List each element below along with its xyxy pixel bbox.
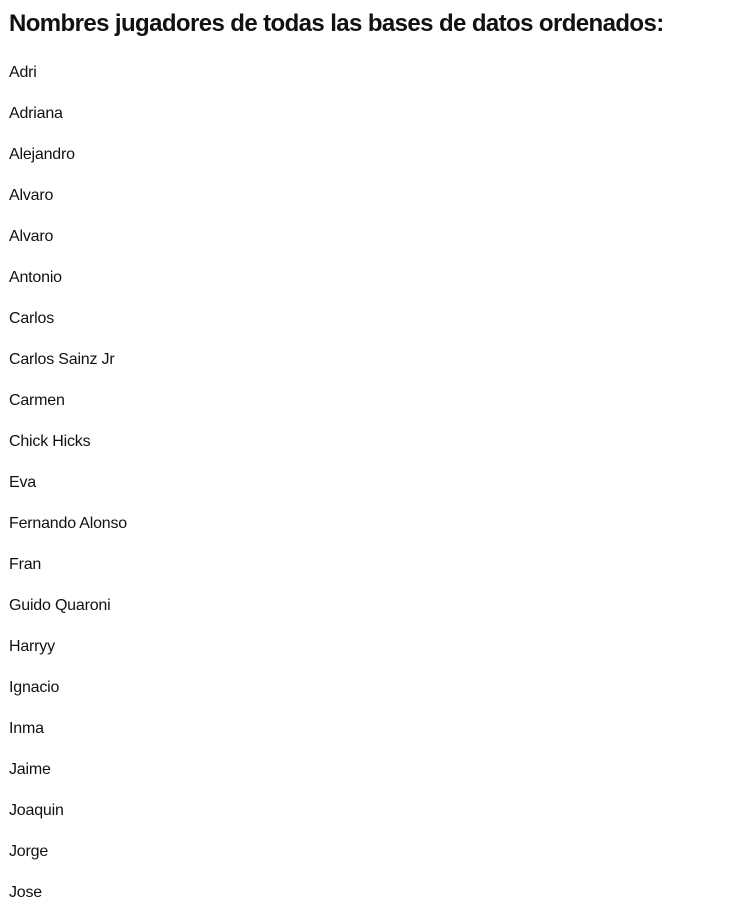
player-name: Chick Hicks [9, 433, 91, 450]
player-name: Carmen [9, 392, 65, 409]
player-list: Adri Adriana Alejandro Alvaro Alvaro Antonio C… [9, 53, 127, 914]
player-name: Jaime [9, 761, 51, 778]
player-name: Alejandro [9, 146, 75, 163]
player-name: Fernando Alonso [9, 515, 127, 532]
player-name: Alvaro [9, 228, 54, 245]
player-name: Guido Quaroni [9, 597, 111, 614]
player-name: Ignacio [9, 679, 60, 696]
player-name: Adri [9, 64, 37, 81]
page-title: Nombres jugadores de todas las bases de … [9, 10, 664, 37]
player-name: Jorge [9, 843, 49, 860]
player-name: Jose [9, 884, 42, 901]
player-name: Carlos Sainz Jr [9, 351, 115, 368]
player-name: Antonio [9, 269, 62, 286]
player-name: Carlos [9, 310, 55, 327]
player-name: Harryy [9, 638, 55, 655]
player-name: Eva [9, 474, 36, 491]
player-name: Inma [9, 720, 44, 737]
player-name: Joaquin [9, 802, 64, 819]
player-name: Fran [9, 556, 42, 573]
player-name: Adriana [9, 105, 63, 122]
player-name: Alvaro [9, 187, 54, 204]
